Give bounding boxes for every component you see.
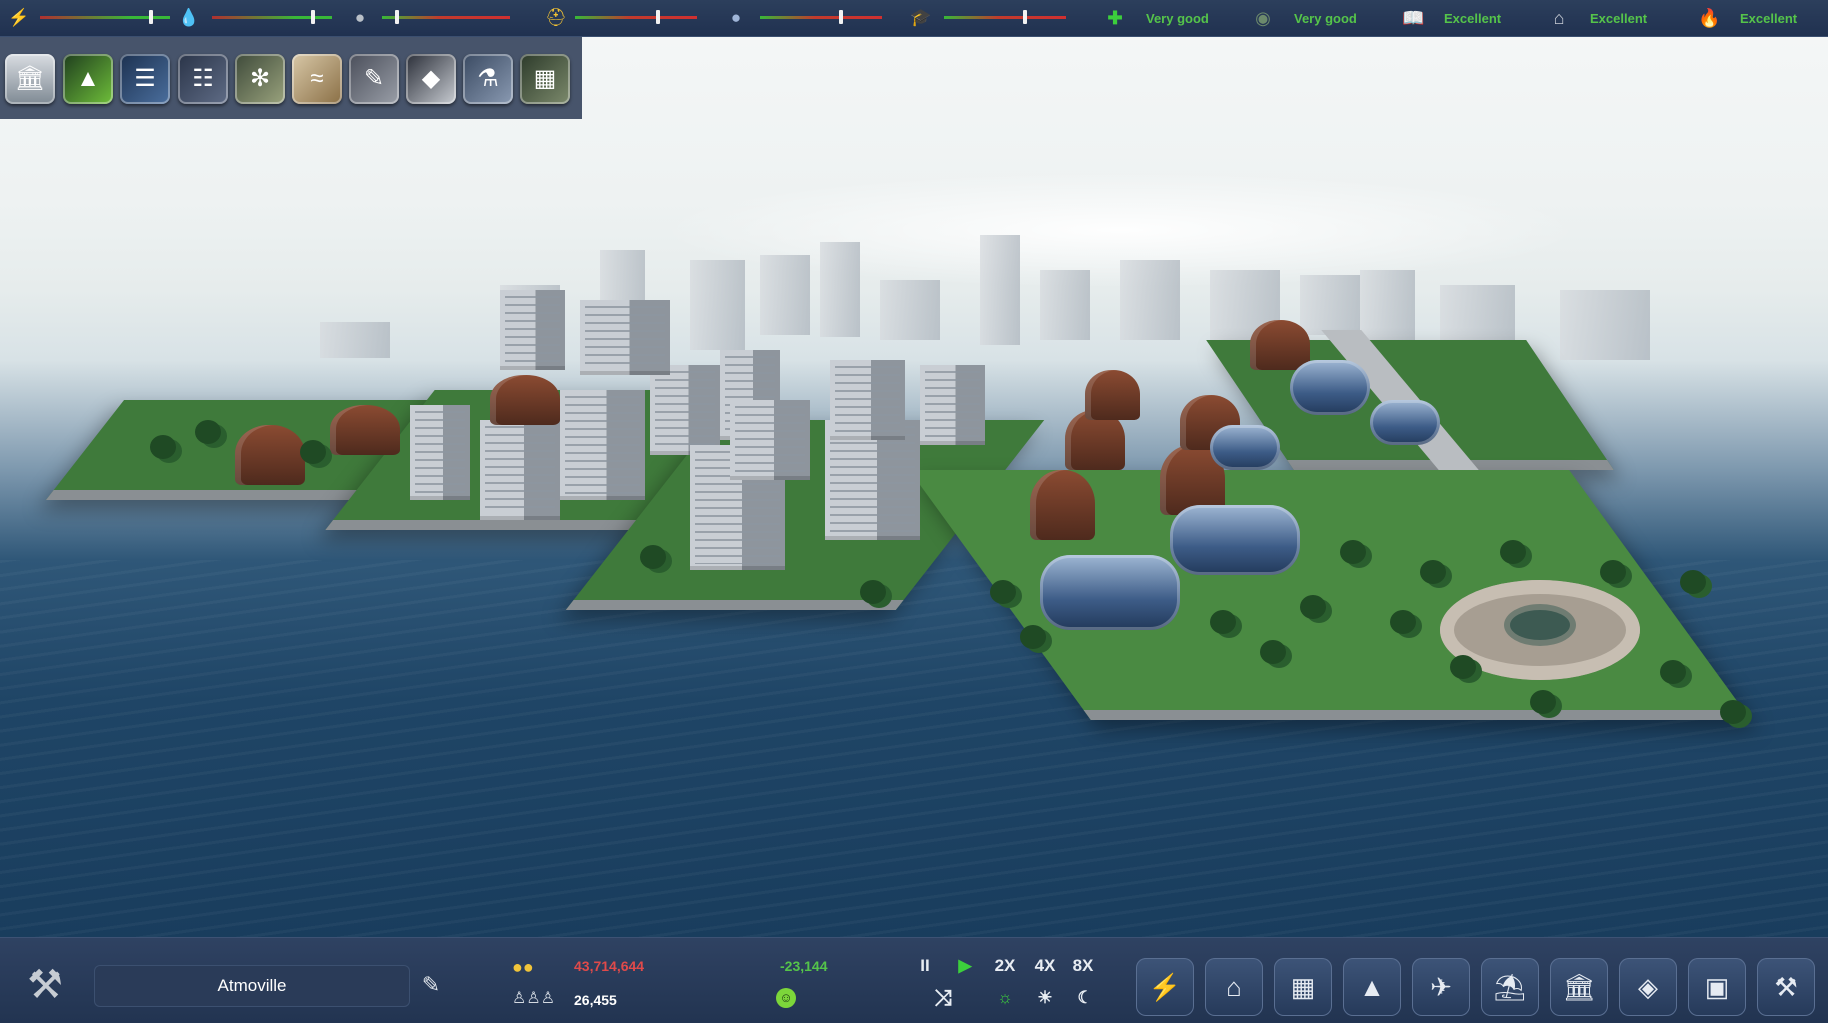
water-indicator[interactable]: 💧 [178, 0, 338, 36]
power-plant-icon[interactable]: ⚡ [1136, 958, 1194, 1016]
moon-icon[interactable]: ☾ [1070, 986, 1100, 1010]
day-night-cycle-icon[interactable]: ☼ [990, 986, 1020, 1010]
water-level-marker [310, 10, 315, 24]
hard-hat-icon: ⛑ [545, 8, 567, 27]
settings-tools-icon[interactable]: ⚒ [18, 958, 72, 1012]
waste-level-marker [395, 10, 400, 24]
garbage-bag-icon: ● [354, 8, 366, 27]
government-icon[interactable]: 🏛 [1550, 958, 1608, 1016]
finance-icon[interactable]: ✻ [235, 54, 285, 104]
city-view-icon[interactable]: 🏛 [5, 54, 55, 104]
bulldozer-icon[interactable]: ⚒ [1757, 958, 1815, 1016]
commercial-icon[interactable]: ▦ [1274, 958, 1332, 1016]
pause-button[interactable]: II [912, 954, 938, 978]
education-bar [944, 16, 1066, 19]
money-delta-value: -23,144 [780, 958, 828, 974]
industry-bar [575, 16, 697, 19]
power-level-marker [148, 10, 153, 24]
play-button[interactable]: ▶ [952, 954, 978, 978]
health-cross-icon: ✚ [1107, 8, 1123, 28]
house-icon: ⌂ [1553, 8, 1565, 28]
police-level-marker [838, 10, 843, 24]
graph-icon[interactable]: ≈ [292, 54, 342, 104]
population-icon: ♙♙♙ [512, 990, 556, 1007]
industry-level-marker [655, 10, 660, 24]
population-value: 26,455 [574, 992, 617, 1008]
safety-rating[interactable]: ◉ Very good [1252, 0, 1382, 36]
health-rating[interactable]: ✚ Very good [1104, 0, 1234, 36]
smiley-icon: ☺ [776, 988, 796, 1008]
education-indicator[interactable]: 🎓 [910, 0, 1070, 36]
waste-indicator[interactable]: ● [350, 0, 520, 36]
top-status-bar: ⚡ 💧 ● ⛑ ● 🎓 ✚ Very good ◉ Very good 📖 Ex… [0, 0, 1828, 37]
water-drop-icon: 💧 [178, 8, 200, 27]
education-level-marker [1022, 10, 1027, 24]
housing-rating-label: Excellent [1590, 11, 1648, 26]
transport-icon[interactable]: ✈ [1412, 958, 1470, 1016]
research-flask-icon[interactable]: ⚗ [463, 54, 513, 104]
graduation-cap-icon: 🎓 [910, 8, 932, 27]
industry-indicator[interactable]: ⛑ [545, 0, 705, 36]
game-viewport[interactable] [0, 0, 1828, 1022]
sun-icon[interactable]: ☀ [1030, 986, 1060, 1010]
money-value: 43,714,644 [574, 958, 645, 974]
roads-icon[interactable]: ☰ [120, 54, 170, 104]
services-icon[interactable]: ⛱ [1481, 958, 1539, 1016]
library-icon[interactable]: ▦ [520, 54, 570, 104]
police-indicator[interactable]: ● [726, 0, 886, 36]
rename-city-icon[interactable]: ✎ [418, 972, 444, 998]
mask-icon: ◉ [1255, 8, 1271, 28]
safety-rating-label: Very good [1294, 11, 1357, 26]
document-icon[interactable]: ✎ [349, 54, 399, 104]
power-indicator[interactable]: ⚡ [8, 0, 188, 36]
money-icon: ●● [512, 957, 534, 977]
landmark-icon[interactable]: ◈ [1619, 958, 1677, 1016]
fire-hydrant-icon: 🔥 [1698, 8, 1721, 28]
culture-rating-label: Excellent [1444, 11, 1502, 26]
fire-rating[interactable]: 🔥 Excellent [1698, 0, 1828, 36]
bottom-control-bar: ⚒ Atmoville ✎ ●● 43,714,644 ♙♙♙ 26,455 -… [0, 937, 1828, 1023]
industrial-icon[interactable]: ▲ [1343, 958, 1401, 1016]
speed-2x-button[interactable]: 2X [988, 954, 1022, 978]
rail-icon[interactable]: ☷ [178, 54, 228, 104]
residential-icon[interactable]: ⌂ [1205, 958, 1263, 1016]
culture-rating[interactable]: 📖 Excellent [1402, 0, 1532, 36]
speed-4x-button[interactable]: 4X [1028, 954, 1062, 978]
health-rating-label: Very good [1146, 11, 1209, 26]
warehouse-icon[interactable]: ▣ [1688, 958, 1746, 1016]
shuffle-icon[interactable]: ⤨ [928, 986, 958, 1010]
lightning-icon: ⚡ [8, 8, 30, 27]
police-bar [760, 16, 882, 19]
housing-rating[interactable]: ⌂ Excellent [1548, 0, 1678, 36]
speed-8x-button[interactable]: 8X [1066, 954, 1100, 978]
fire-rating-label: Excellent [1740, 11, 1798, 26]
waste-bar [382, 16, 510, 19]
terrain-icon[interactable]: ▲ [63, 54, 113, 104]
city-name-field[interactable]: Atmoville [94, 965, 410, 1007]
police-cap-icon: ● [730, 8, 742, 27]
map-icon[interactable]: ◆ [406, 54, 456, 104]
tool-strip: 🏛 ▲ ☰ ☷ ✻ ≈ ✎ ◆ ⚗ ▦ [0, 37, 582, 119]
book-icon: 📖 [1402, 8, 1425, 28]
